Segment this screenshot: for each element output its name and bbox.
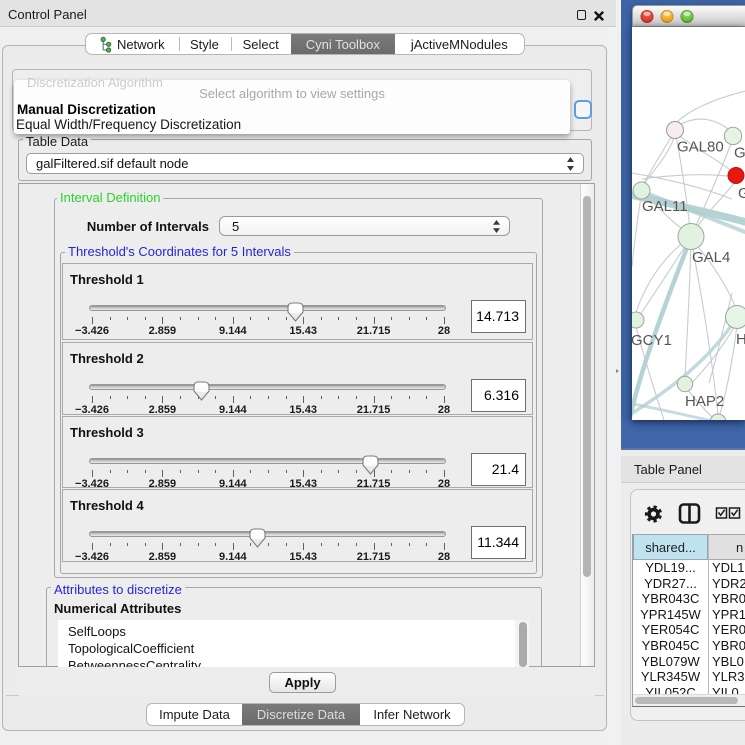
svg-text:GAL80: GAL80 — [677, 139, 724, 156]
svg-text:GAL11: GAL11 — [642, 198, 688, 215]
svg-text:G: G — [738, 185, 745, 202]
svg-text:HAP2: HAP2 — [685, 393, 724, 410]
svg-text:GAL4: GAL4 — [692, 249, 730, 266]
svg-text:GCY1: GCY1 — [632, 332, 672, 349]
svg-text:GA: GA — [734, 145, 745, 162]
svg-text:H: H — [736, 331, 745, 348]
